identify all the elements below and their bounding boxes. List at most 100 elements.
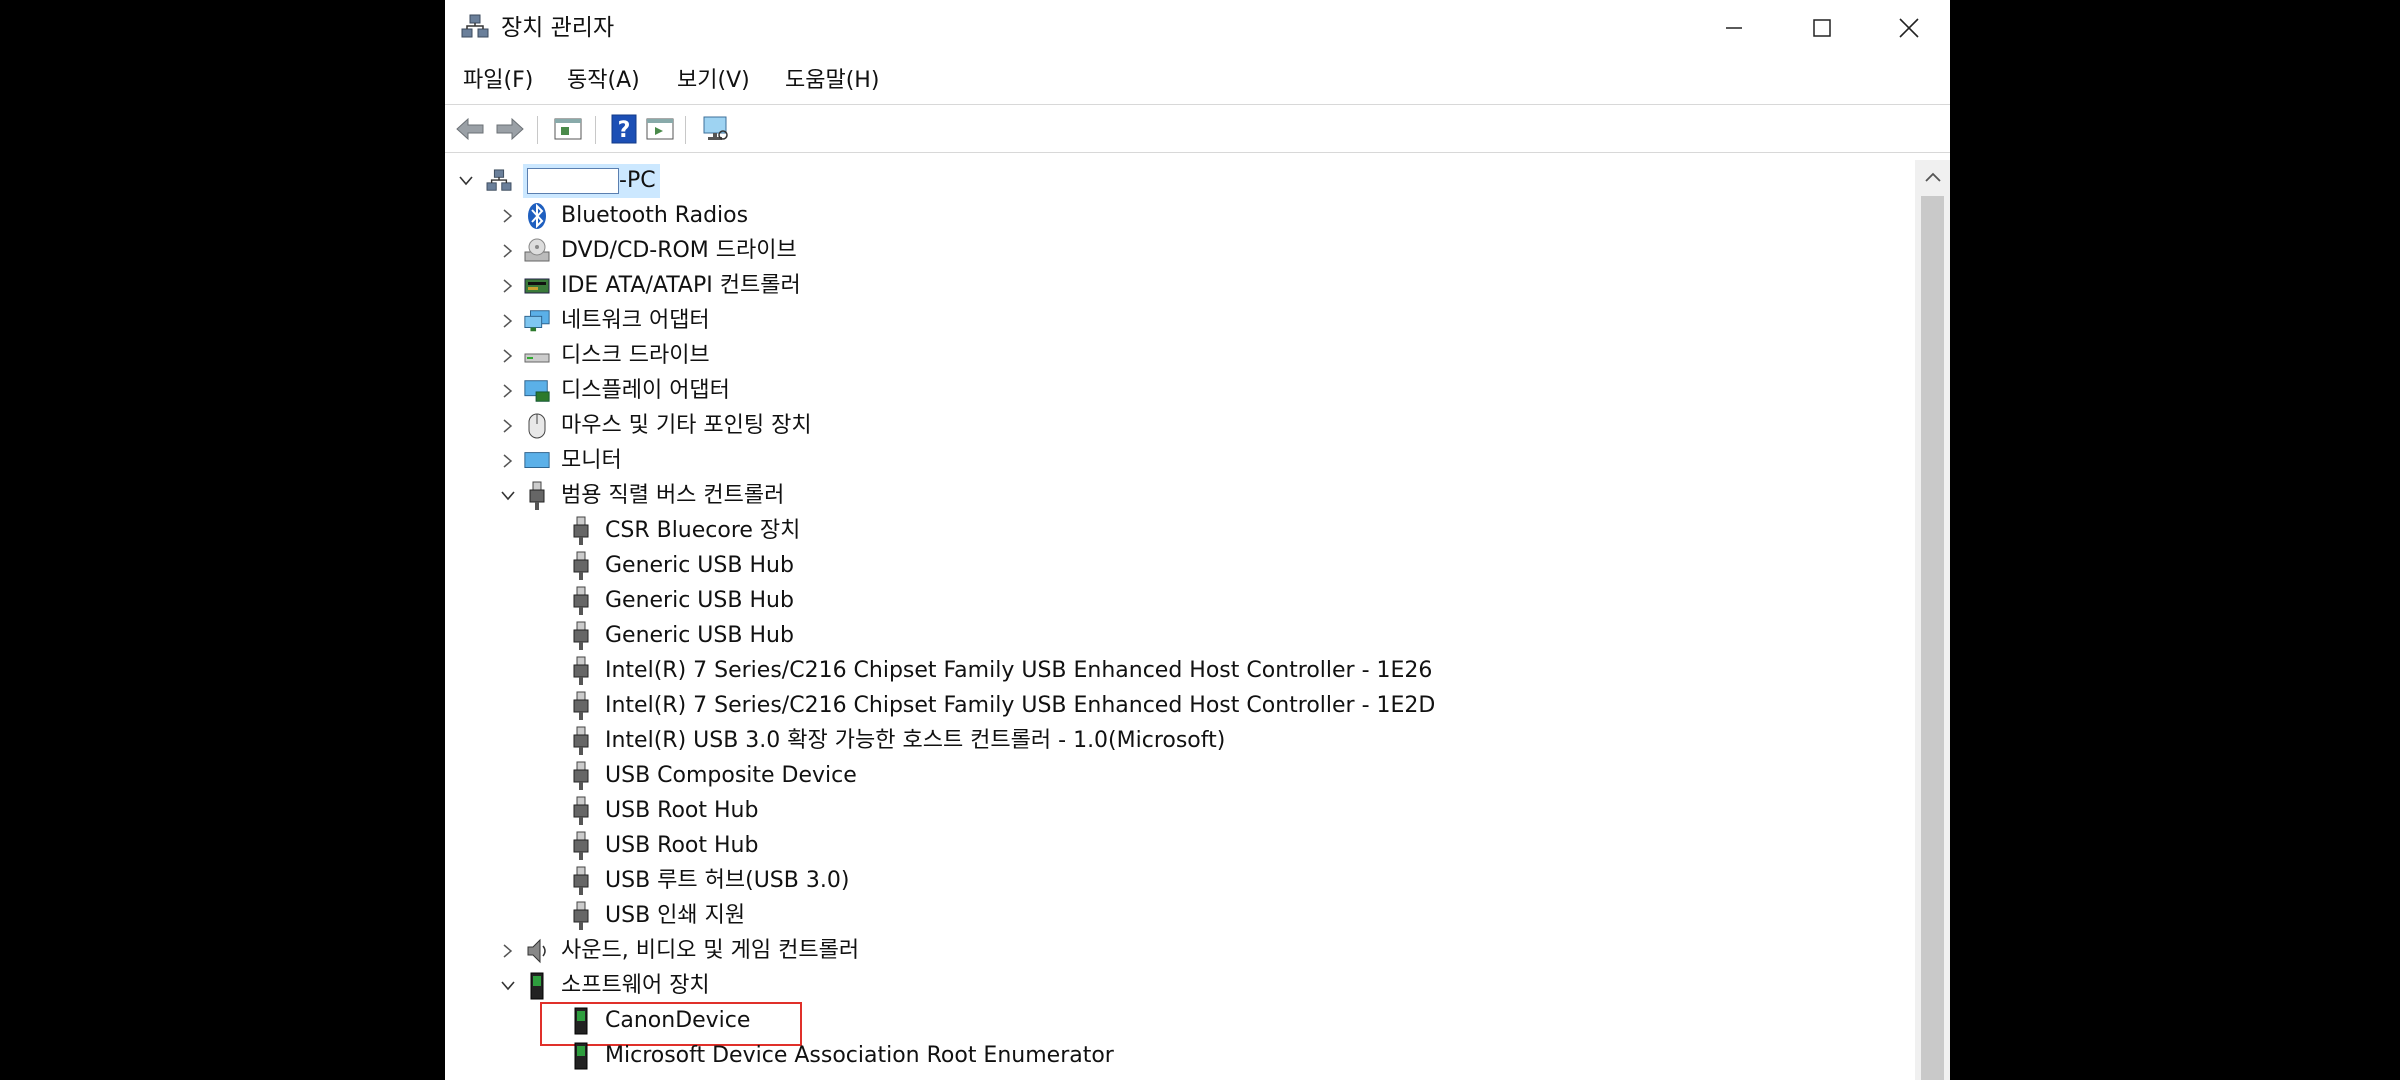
usb-device-row[interactable]: USB Root Hub <box>567 794 758 828</box>
usb-device-label: Intel(R) 7 Series/C216 Chipset Family US… <box>605 658 1433 683</box>
window-title: 장치 관리자 <box>501 15 615 41</box>
usb-device-row[interactable]: Generic USB Hub <box>567 584 794 618</box>
usb-device-row[interactable]: CSR Bluecore 장치 <box>567 514 800 548</box>
menu-view[interactable]: 보기(V) <box>677 64 750 98</box>
usb-device-label: USB Root Hub <box>605 833 759 858</box>
usb-device-label: Generic USB Hub <box>605 553 794 578</box>
chevron-right-icon[interactable] <box>497 199 519 233</box>
software-device-icon <box>567 1042 595 1070</box>
usb-icon <box>567 691 595 720</box>
toolbar: ? <box>445 106 1950 152</box>
menu-file[interactable]: 파일(F) <box>463 64 533 98</box>
usb-icon <box>567 656 595 685</box>
device-manager-icon <box>461 14 489 40</box>
menu-action[interactable]: 동작(A) <box>567 64 640 98</box>
usb-icon <box>567 796 595 825</box>
usb-device-row[interactable]: USB Root Hub <box>567 829 758 863</box>
category-ide[interactable]: IDE ATA/ATAPI 컨트롤러 <box>497 269 801 303</box>
ide-controller-icon <box>523 272 551 300</box>
help-icon[interactable]: ? <box>607 112 641 146</box>
disk-drive-icon <box>523 342 551 370</box>
device-tree: -PC Bluetooth Radios DVD/CD-ROM 드라이브 IDE… <box>445 160 1915 1080</box>
usb-icon <box>567 831 595 860</box>
chevron-right-icon[interactable] <box>497 409 519 443</box>
speaker-icon <box>523 937 551 965</box>
maximize-button[interactable] <box>1778 0 1866 56</box>
computer-name[interactable]: -PC <box>523 164 660 198</box>
display-adapter-icon <box>523 377 551 405</box>
usb-device-label: USB Composite Device <box>605 763 857 788</box>
usb-icon <box>523 481 551 510</box>
usb-device-label: Intel(R) 7 Series/C216 Chipset Family US… <box>605 693 1436 718</box>
usb-device-label: USB Root Hub <box>605 798 759 823</box>
chevron-right-icon[interactable] <box>497 934 519 968</box>
category-network[interactable]: 네트워크 어댑터 <box>497 304 710 338</box>
category-monitor[interactable]: 모니터 <box>497 444 622 478</box>
chevron-down-icon[interactable] <box>455 164 477 198</box>
chevron-right-icon[interactable] <box>497 234 519 268</box>
chevron-right-icon[interactable] <box>497 304 519 338</box>
title-bar: 장치 관리자 <box>445 0 1950 56</box>
usb-device-row[interactable]: USB 인쇄 지원 <box>567 899 745 933</box>
usb-device-label: USB 인쇄 지원 <box>605 903 746 928</box>
forward-button[interactable] <box>493 112 527 146</box>
usb-device-label: Intel(R) USB 3.0 확장 가능한 호스트 컨트롤러 - 1.0(M… <box>605 728 1226 753</box>
software-device-icon <box>523 972 551 1000</box>
redacted-name <box>527 168 619 194</box>
bluetooth-icon <box>523 202 551 230</box>
tree-root[interactable]: -PC <box>455 164 660 198</box>
usb-device-row[interactable]: Intel(R) 7 Series/C216 Chipset Family US… <box>567 654 1432 688</box>
menu-help[interactable]: 도움말(H) <box>785 64 879 98</box>
toolbar-divider <box>445 152 1950 153</box>
scan-hardware-icon[interactable] <box>699 112 733 146</box>
scroll-up-button[interactable] <box>1915 160 1950 194</box>
chevron-right-icon[interactable] <box>497 269 519 303</box>
usb-icon <box>567 586 595 615</box>
category-software-devices[interactable]: 소프트웨어 장치 <box>497 969 710 1003</box>
usb-device-label: CSR Bluecore 장치 <box>605 518 801 543</box>
properties-icon[interactable] <box>551 112 585 146</box>
usb-device-label: Generic USB Hub <box>605 588 794 613</box>
menu-bar: 파일(F) 동작(A) 보기(V) 도움말(H) <box>445 58 1950 104</box>
svg-text:?: ? <box>618 118 631 143</box>
close-button[interactable] <box>1865 0 1950 56</box>
device-ms-association[interactable]: Microsoft Device Association Root Enumer… <box>567 1039 1114 1073</box>
usb-device-label: Generic USB Hub <box>605 623 794 648</box>
category-sound[interactable]: 사운드, 비디오 및 게임 컨트롤러 <box>497 934 859 968</box>
chevron-right-icon[interactable] <box>497 339 519 373</box>
chevron-right-icon[interactable] <box>497 374 519 408</box>
usb-icon <box>567 726 595 755</box>
device-manager-window: 장치 관리자 파일(F) 동작(A) 보기(V) 도움말(H) ? -PC Bl… <box>445 0 1950 1080</box>
usb-icon <box>567 551 595 580</box>
dvd-drive-icon <box>523 237 551 265</box>
usb-device-row[interactable]: USB Composite Device <box>567 759 857 793</box>
usb-device-row[interactable]: Intel(R) USB 3.0 확장 가능한 호스트 컨트롤러 - 1.0(M… <box>567 724 1225 758</box>
category-disk[interactable]: 디스크 드라이브 <box>497 339 710 373</box>
category-bluetooth[interactable]: Bluetooth Radios <box>497 199 748 233</box>
category-display[interactable]: 디스플레이 어댑터 <box>497 374 730 408</box>
back-button[interactable] <box>453 112 487 146</box>
network-adapter-icon <box>523 307 551 335</box>
mouse-icon <box>523 412 551 440</box>
computer-icon <box>485 167 513 195</box>
chevron-down-icon[interactable] <box>497 969 519 1003</box>
usb-icon <box>567 621 595 650</box>
usb-device-row[interactable]: Generic USB Hub <box>567 619 794 653</box>
menu-divider <box>445 104 1950 105</box>
monitor-icon <box>523 447 551 475</box>
usb-device-row[interactable]: Generic USB Hub <box>567 549 794 583</box>
chevron-down-icon[interactable] <box>497 479 519 513</box>
category-mouse[interactable]: 마우스 및 기타 포인팅 장치 <box>497 409 812 443</box>
update-driver-icon[interactable] <box>643 112 677 146</box>
minimize-button[interactable] <box>1690 0 1778 56</box>
usb-device-row[interactable]: USB 루트 허브(USB 3.0) <box>567 864 849 898</box>
chevron-right-icon[interactable] <box>497 444 519 478</box>
usb-device-row[interactable]: Intel(R) 7 Series/C216 Chipset Family US… <box>567 689 1435 723</box>
category-usb-controllers[interactable]: 범용 직렬 버스 컨트롤러 <box>497 479 784 513</box>
usb-icon <box>567 761 595 790</box>
vertical-scrollbar[interactable] <box>1915 160 1950 1080</box>
category-dvd[interactable]: DVD/CD-ROM 드라이브 <box>497 234 797 268</box>
usb-icon <box>567 901 595 930</box>
scroll-thumb[interactable] <box>1921 196 1944 1080</box>
usb-icon <box>567 516 595 545</box>
